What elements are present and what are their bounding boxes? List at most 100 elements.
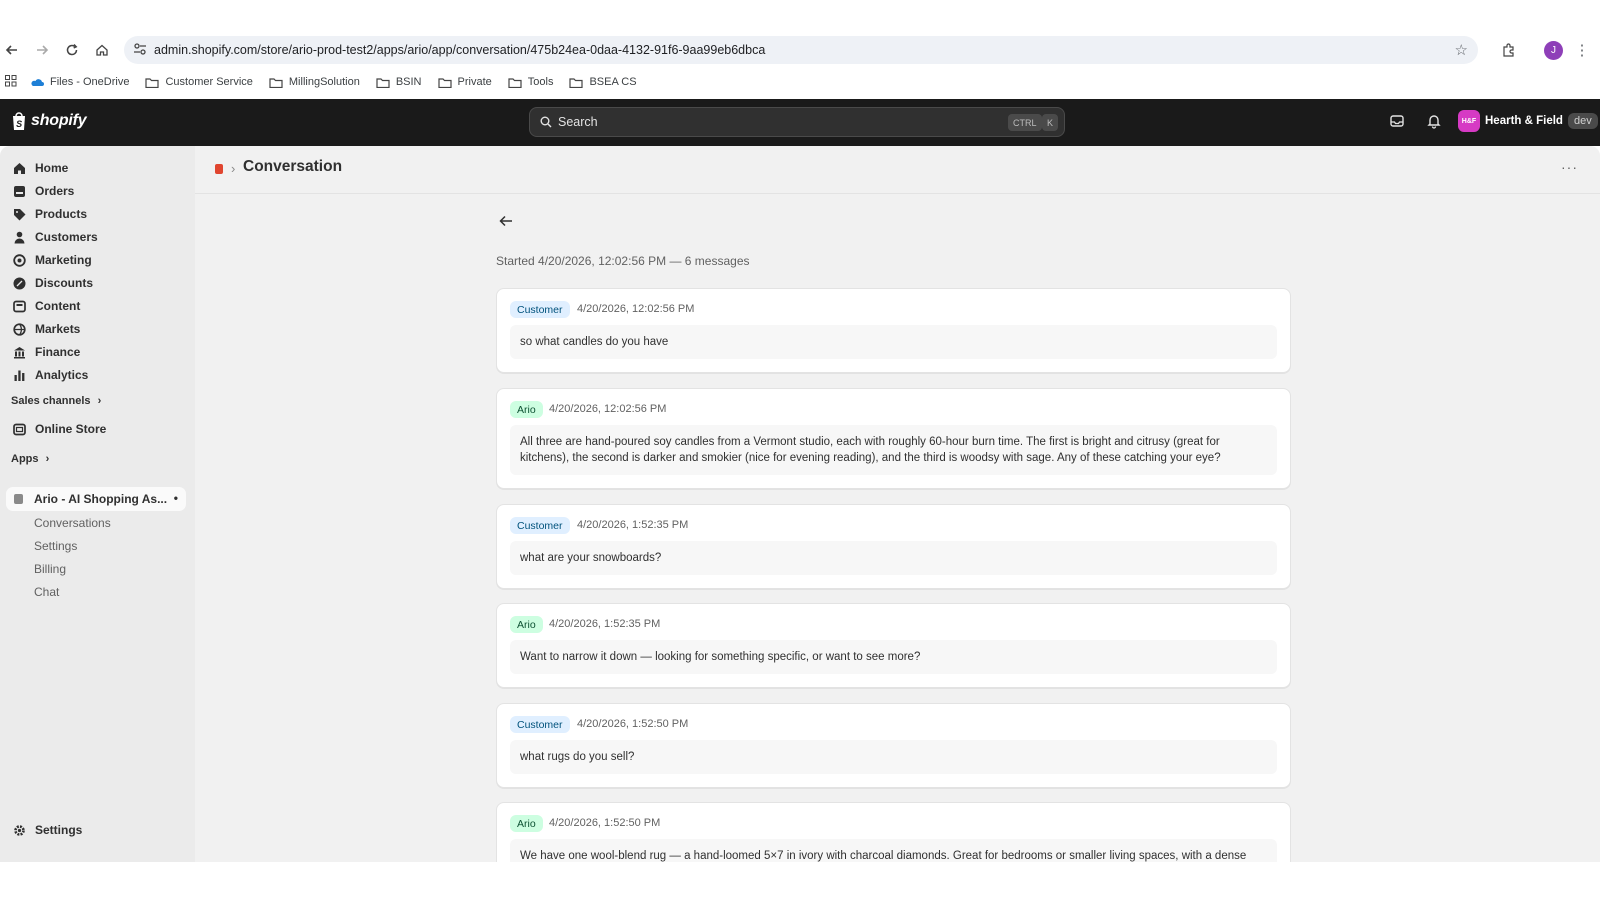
conversation-meta: Started 4/20/2026, 12:02:56 PM — 6 messa… xyxy=(496,254,750,268)
sidebar-item-label: Products xyxy=(35,207,88,221)
message-text: what are your snowboards? xyxy=(510,541,1277,575)
sidebar-item-home[interactable]: Home xyxy=(12,157,68,179)
message-text: All three are hand-poured soy candles fr… xyxy=(510,425,1277,475)
globe-icon xyxy=(12,322,26,336)
main-content: › Conversation ··· Started 4/20/2026, 12… xyxy=(195,146,1600,862)
sales-channels-heading[interactable]: Sales channels › xyxy=(11,395,101,407)
folder-icon xyxy=(437,77,452,88)
sidebar-item-label: Settings xyxy=(35,823,83,837)
sidebar-item-label: Finance xyxy=(35,345,81,359)
bookmark-millingsolution[interactable]: MillingSolution xyxy=(269,76,360,88)
back-icon[interactable] xyxy=(0,38,24,62)
url-bar[interactable]: admin.shopify.com/store/ario-prod-test2/… xyxy=(124,36,1478,64)
bookmark-label: Private xyxy=(457,76,492,88)
sidebar-subitem-billing[interactable]: Billing xyxy=(34,562,66,576)
site-settings-icon[interactable] xyxy=(133,42,147,59)
search-icon xyxy=(540,116,552,128)
sidebar-item-orders[interactable]: Orders xyxy=(12,180,74,202)
message-text: so what candles do you have xyxy=(510,325,1277,359)
sidebar-item-marketing[interactable]: Marketing xyxy=(12,249,92,271)
storefront-icon xyxy=(12,422,26,436)
store-switcher[interactable]: H&F Hearth & Field dev xyxy=(1458,110,1598,132)
extensions-icon[interactable] xyxy=(1496,38,1520,62)
back-arrow-icon[interactable] xyxy=(499,214,513,232)
bookmark-private[interactable]: Private xyxy=(437,76,492,88)
sidebar: Home Orders Products Customers Marketing… xyxy=(0,146,195,862)
kbd-ctrl: CTRL xyxy=(1008,114,1042,131)
bookmark-tools[interactable]: Tools xyxy=(508,76,554,88)
sidebar-item-products[interactable]: Products xyxy=(12,203,87,225)
message-card: Ario 4/20/2026, 1:52:50 PM We have one w… xyxy=(496,802,1291,862)
app-breadcrumb-icon[interactable] xyxy=(215,164,223,174)
bookmarks-bar: Files - OneDrive Customer Service Millin… xyxy=(0,70,1600,94)
sidebar-subitem-chat[interactable]: Chat xyxy=(34,585,59,599)
address-row: admin.shopify.com/store/ario-prod-test2/… xyxy=(0,34,1600,66)
sidebar-item-label: Marketing xyxy=(35,253,92,267)
inbox-icon[interactable] xyxy=(1389,113,1405,134)
sidebar-item-label: Customers xyxy=(35,230,98,244)
sidebar-subitem-conversations[interactable]: Conversations xyxy=(34,516,111,530)
profile-avatar[interactable]: J xyxy=(1544,41,1563,60)
message-timestamp: 4/20/2026, 12:02:56 PM xyxy=(549,403,667,415)
sidebar-item-content[interactable]: Content xyxy=(12,295,80,317)
folder-icon xyxy=(569,77,584,88)
search-bar[interactable]: Search CTRL K xyxy=(529,107,1065,137)
forward-icon[interactable] xyxy=(30,38,54,62)
bookmark-label: MillingSolution xyxy=(288,76,360,88)
bookmark-star-icon[interactable]: ☆ xyxy=(1455,41,1468,59)
app-pin-dot-icon[interactable]: • xyxy=(174,491,178,505)
bar-chart-icon xyxy=(12,368,26,382)
message-timestamp: 4/20/2026, 12:02:56 PM xyxy=(577,303,695,315)
sidebar-item-finance[interactable]: Finance xyxy=(12,341,80,363)
role-badge: Ario xyxy=(510,616,543,633)
svg-text:S: S xyxy=(16,119,22,129)
home-icon xyxy=(12,161,26,175)
bell-icon[interactable] xyxy=(1426,113,1442,134)
orders-icon xyxy=(12,184,26,198)
role-badge: Ario xyxy=(510,815,543,832)
sidebar-item-analytics[interactable]: Analytics xyxy=(12,364,88,386)
folder-icon xyxy=(145,77,160,88)
sidebar-item-customers[interactable]: Customers xyxy=(12,226,98,248)
url-text[interactable]: admin.shopify.com/store/ario-prod-test2/… xyxy=(154,43,765,57)
admin-body: Home Orders Products Customers Marketing… xyxy=(0,146,1600,862)
bookmark-label: BSIN xyxy=(395,76,422,88)
bookmark-customer-service[interactable]: Customer Service xyxy=(145,76,253,88)
home-icon[interactable] xyxy=(90,38,114,62)
bookmark-bsin[interactable]: BSIN xyxy=(376,76,422,88)
reload-icon[interactable] xyxy=(60,38,84,62)
sidebar-item-markets[interactable]: Markets xyxy=(12,318,80,340)
shopify-logo[interactable]: S shopify xyxy=(10,111,87,131)
bookmark-onedrive[interactable]: Files - OneDrive xyxy=(30,76,129,88)
sidebar-item-online-store[interactable]: Online Store xyxy=(12,418,106,440)
message-card: Customer 4/20/2026, 1:52:35 PM what are … xyxy=(496,504,1291,589)
apps-grid-icon[interactable] xyxy=(5,74,17,90)
discount-icon xyxy=(12,276,26,290)
target-icon xyxy=(12,253,26,267)
sidebar-item-settings[interactable]: Settings xyxy=(12,819,82,841)
bookmark-label: Customer Service xyxy=(165,76,253,88)
bookmark-label: Tools xyxy=(527,76,554,88)
browser-chrome: admin.shopify.com/store/ario-prod-test2/… xyxy=(0,0,1600,99)
gear-icon xyxy=(12,823,26,837)
sidebar-item-ario-app[interactable]: Ario - AI Shopping As... • xyxy=(6,487,186,511)
browser-menu-icon[interactable]: ⋮ xyxy=(1570,38,1594,62)
bookmark-label: BSEA CS xyxy=(589,76,637,88)
bookmark-bsea-cs[interactable]: BSEA CS xyxy=(569,76,637,88)
dev-badge: dev xyxy=(1567,113,1598,129)
logo-text: shopify xyxy=(31,112,87,129)
more-actions-icon[interactable]: ··· xyxy=(1561,159,1578,175)
store-name: Hearth & Field xyxy=(1485,115,1563,127)
breadcrumb-chevron-icon: › xyxy=(231,161,236,176)
sidebar-item-discounts[interactable]: Discounts xyxy=(12,272,93,294)
message-timestamp: 4/20/2026, 1:52:50 PM xyxy=(577,718,689,730)
message-card: Ario 4/20/2026, 12:02:56 PM All three ar… xyxy=(496,388,1291,489)
page-header: › Conversation ··· xyxy=(195,146,1600,194)
sidebar-item-label: Analytics xyxy=(35,368,89,382)
shopify-topbar: S shopify Search CTRL K H&F Hearth & Fie… xyxy=(0,99,1600,146)
chevron-right-icon: › xyxy=(97,395,102,407)
message-timestamp: 4/20/2026, 1:52:35 PM xyxy=(549,618,661,630)
sidebar-subitem-settings[interactable]: Settings xyxy=(34,539,77,553)
message-text: Want to narrow it down — looking for som… xyxy=(510,640,1277,674)
apps-heading[interactable]: Apps › xyxy=(11,453,49,465)
